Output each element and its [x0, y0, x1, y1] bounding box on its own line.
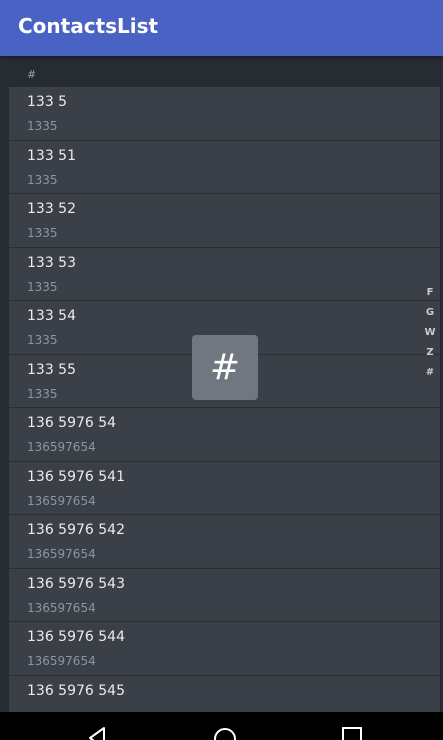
contact-name: 133 54	[27, 308, 76, 324]
index-letter-overlay: #	[192, 335, 258, 400]
recents-icon[interactable]	[341, 726, 363, 740]
contact-name: 133 5	[27, 94, 68, 110]
contact-name: 133 55	[27, 361, 76, 378]
contact-row[interactable]: 136 5976 541 136597654	[9, 461, 440, 515]
index-letter-g[interactable]: G	[423, 303, 437, 323]
contact-row[interactable]: 136 5976 54 136597654	[9, 408, 440, 462]
contact-number: 1335	[27, 386, 58, 401]
back-icon[interactable]	[86, 726, 110, 740]
contact-number: 136597654	[27, 654, 96, 668]
contact-name: 133 52	[27, 201, 76, 217]
contact-number: 1335	[27, 333, 58, 347]
contact-row[interactable]: 136 5976 542 136597654	[9, 515, 440, 569]
index-letter-w[interactable]: W	[423, 323, 437, 343]
alphabet-index-bar[interactable]: F G W Z #	[423, 283, 437, 383]
home-icon[interactable]	[212, 726, 238, 740]
contact-number: 136597654	[27, 493, 96, 508]
contact-row[interactable]: 133 5 1335	[9, 87, 440, 141]
contact-number: 136597654	[27, 600, 96, 615]
contact-row[interactable]: 133 53 1335	[9, 247, 440, 301]
contact-row[interactable]: 133 51 1335	[9, 140, 440, 194]
contact-name: 136 5976 541	[27, 468, 125, 485]
contact-number: 1335	[27, 119, 58, 133]
system-nav-bar	[0, 712, 443, 740]
contact-number: 1335	[27, 226, 58, 240]
index-letter-f[interactable]: F	[423, 283, 437, 303]
contact-number: 136597654	[27, 547, 96, 561]
contact-name: 136 5976 54	[27, 415, 117, 431]
contact-number: 1335	[27, 172, 58, 187]
contact-row[interactable]: 133 52 1335	[9, 194, 440, 248]
contact-row[interactable]: 136 5976 544 136597654	[9, 622, 440, 676]
index-letter-z[interactable]: Z	[423, 343, 437, 363]
contact-row[interactable]: 136 5976 543 136597654	[9, 568, 440, 622]
contact-name: 136 5976 542	[27, 522, 125, 538]
contact-name: 136 5976 545	[27, 682, 125, 699]
app-title: ContactsList	[18, 14, 159, 38]
contact-row[interactable]: 136 5976 545	[9, 675, 440, 712]
contact-name: 133 53	[27, 254, 76, 271]
index-letter-hash[interactable]: #	[423, 363, 437, 383]
contact-name: 136 5976 544	[27, 629, 125, 645]
app-bar: ContactsList	[0, 0, 443, 56]
contact-number: 136597654	[27, 440, 96, 454]
contact-name: 136 5976 543	[27, 575, 125, 592]
contact-name: 133 51	[27, 147, 76, 164]
section-header: #	[27, 68, 37, 81]
contact-number: 1335	[27, 279, 58, 294]
